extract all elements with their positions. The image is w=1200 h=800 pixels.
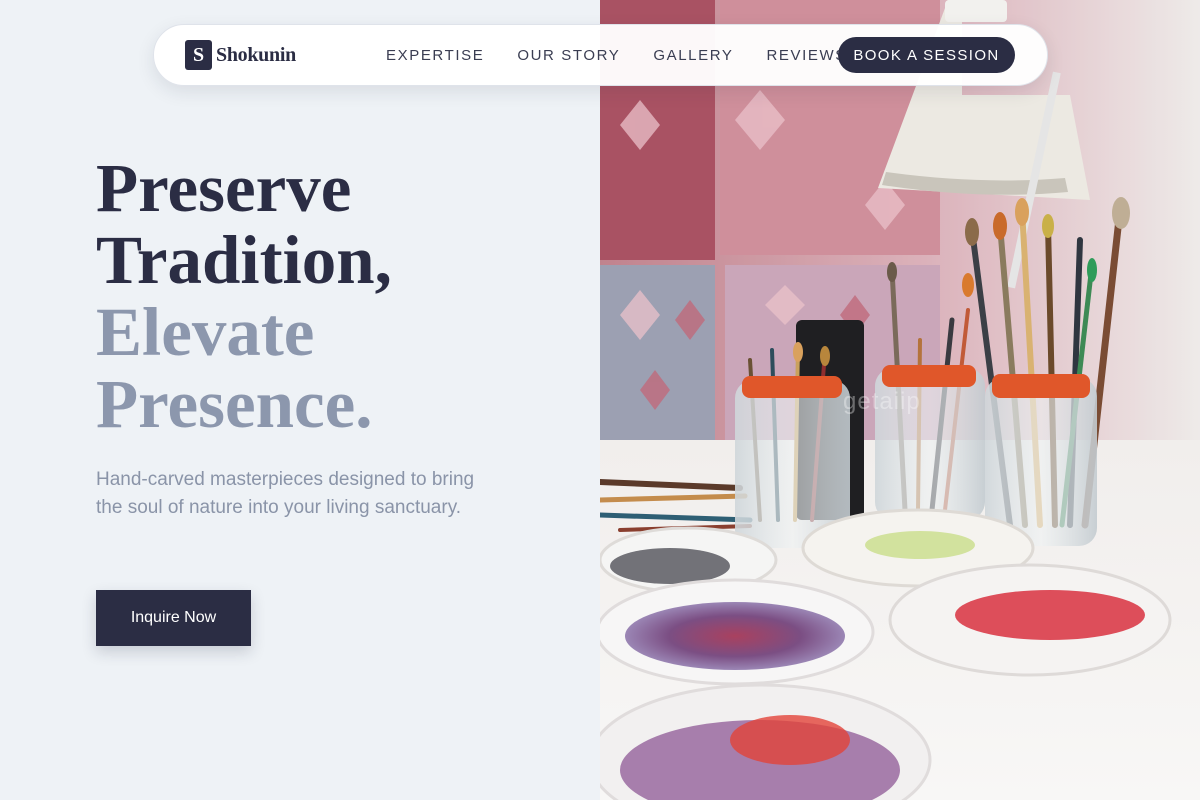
headline-line-preserve: Preserve bbox=[96, 150, 352, 226]
logo-mark-icon: S bbox=[185, 40, 212, 70]
nav-link-expertise[interactable]: EXPERTISE bbox=[386, 47, 484, 64]
nav-link-gallery[interactable]: GALLERY bbox=[653, 47, 733, 64]
brand-name: Shokunin bbox=[216, 43, 296, 66]
top-navbar: S Shokunin EXPERTISE OUR STORY GALLERY R… bbox=[153, 24, 1048, 86]
headline-line-elevate: Elevate bbox=[96, 294, 315, 370]
hero-subtext: Hand-carved masterpieces designed to bri… bbox=[96, 469, 475, 518]
nav-link-reviews[interactable]: REVIEWS bbox=[767, 47, 847, 64]
nav-links: EXPERTISE OUR STORY GALLERY REVIEWS bbox=[386, 25, 847, 85]
headline-line-tradition: Tradition, bbox=[96, 222, 392, 298]
hero-left-pane: Preserve Tradition, Elevate Presence. Ha… bbox=[0, 0, 600, 800]
hero-headline: Preserve Tradition, Elevate Presence. bbox=[96, 152, 392, 440]
nav-link-our-story[interactable]: OUR STORY bbox=[517, 47, 620, 64]
photo-watermark: getaiip bbox=[843, 388, 921, 415]
headline-line-presence: Presence. bbox=[96, 366, 373, 442]
brand-logo[interactable]: S Shokunin bbox=[185, 40, 296, 70]
book-session-button[interactable]: BOOK A SESSION bbox=[838, 37, 1015, 73]
hero-photo: getaiip bbox=[600, 0, 1200, 800]
inquire-now-button[interactable]: Inquire Now bbox=[96, 590, 251, 646]
